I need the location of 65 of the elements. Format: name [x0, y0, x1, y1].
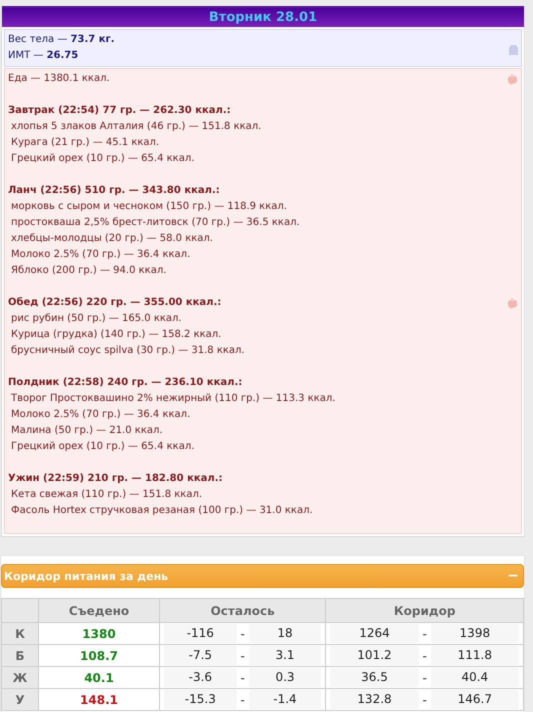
range-dash: -: [239, 648, 246, 662]
table-cell: -3.6: [164, 668, 237, 687]
table-cell: 1398: [430, 624, 519, 643]
range-dash: -: [239, 626, 246, 640]
food-item: Молоко 2.5% (70 гр.) — 36.4 ккал.: [10, 408, 192, 422]
range-dash: -: [239, 670, 246, 684]
table-cell: -116: [164, 624, 237, 643]
range-dash: -: [421, 692, 428, 706]
table-cell: -15.3: [164, 690, 237, 709]
row-header: Б: [2, 644, 38, 666]
range-dash: -: [421, 670, 428, 684]
row-header: Ж: [2, 666, 38, 688]
food-item: хлебцы-молодцы (20 гр.) — 58.0 ккал.: [10, 232, 214, 246]
food-item: Творог Простоквашино 2% нежирный (110 гр.) — 113.3 ккал.: [10, 392, 336, 406]
weight-text: Вес тела — 73.7 кг.: [8, 33, 115, 47]
food-item: Малина (50 гр.) — 21.0 ккал.: [10, 424, 164, 438]
eaten-value: 108.7: [38, 644, 160, 666]
food-item: Фасоль Hortex стручковая резаная (100 гр.) — 31.0 ккал.: [10, 504, 314, 518]
meal-header: Ужин (22:59) 210 гр. — 182.80 ккал.:: [8, 472, 223, 486]
table-cell: 3.1: [248, 646, 322, 665]
meal-header: Ланч (22:56) 510 гр. — 343.80 ккал.:: [8, 184, 220, 198]
food-item: Кета свежая (110 гр.) — 151.8 ккал.: [10, 488, 204, 502]
food-item: простокваша 2,5% брест-литовск (70 гр.) — 36.5 ккал.: [10, 216, 301, 230]
table-cell: 0.3: [248, 668, 322, 687]
row-header: К: [2, 622, 38, 644]
food-item: Курица (грудка) (140 гр.) — 158.2 ккал.: [10, 328, 222, 342]
table-cell: 146.7: [430, 690, 519, 709]
eaten-value: 1380: [38, 622, 160, 644]
eaten-value: 40.1: [38, 666, 160, 688]
range-dash: -: [239, 692, 246, 706]
eaten-value: 148.1: [38, 688, 160, 710]
column-header: Съедено: [38, 598, 160, 622]
table-cell: 40.4: [430, 668, 519, 687]
table-cell: -1.4: [248, 690, 322, 709]
table-cell: 132.8: [330, 690, 419, 709]
food-item: Яблоко (200 гр.) — 94.0 ккал.: [10, 264, 168, 278]
apple-icon: [507, 74, 518, 84]
column-header: Коридор: [326, 598, 524, 622]
collapse-button[interactable]: −: [505, 569, 521, 583]
meal-header: Обед (22:56) 220 гр. — 355.00 ккал.:: [8, 296, 222, 310]
food-item: Грецкий орех (10 гр.) — 65.4 ккал.: [10, 152, 196, 166]
section-title: Коридор питания за день: [4, 570, 168, 582]
food-item: рис рубин (50 гр.) — 165.0 ккал.: [10, 312, 183, 326]
column-header: Осталось: [160, 598, 326, 622]
food-item: Курага (21 гр.) — 45.1 ккал.: [10, 136, 160, 150]
meal-header: Завтрак (22:54) 77 гр. — 262.30 ккал.:: [8, 104, 231, 118]
food-item: хлопья 5 злаков Алталия (46 гр.) — 151.8 ккал.: [10, 120, 262, 134]
food-total: Еда — 1380.1 ккал.: [8, 72, 110, 86]
table-cell: 1264: [330, 624, 419, 643]
table-cell: -7.5: [164, 646, 237, 665]
table-cell: 101.2: [330, 646, 419, 665]
range-dash: -: [421, 626, 428, 640]
table-cell: 36.5: [330, 668, 419, 687]
food-item: Молоко 2.5% (70 гр.) — 36.4 ккал.: [10, 248, 192, 262]
bmi-text: ИМТ — 26.75: [8, 49, 80, 63]
food-item: морковь с сыром и чесноком (150 гр.) — 118.9 ккал.: [10, 200, 288, 214]
scale-icon: [509, 45, 518, 55]
meal-header: Полдник (22:58) 240 гр. — 236.10 ккал.:: [8, 376, 242, 390]
food-item: брусничный соус spilva (30 гр.) — 31.8 ккал.: [10, 344, 246, 358]
table-cell: 18: [248, 624, 322, 643]
row-header: У: [2, 688, 38, 710]
day-title: Вторник 28.01: [2, 6, 524, 27]
table-cell: 111.8: [430, 646, 519, 665]
range-dash: -: [421, 648, 428, 662]
food-item: Грецкий орех (10 гр.) — 65.4 ккал.: [10, 440, 196, 454]
